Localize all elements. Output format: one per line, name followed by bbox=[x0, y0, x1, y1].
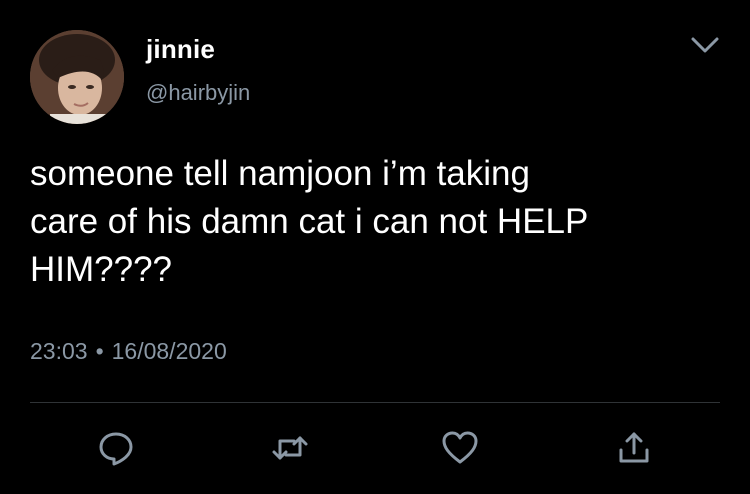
display-name[interactable]: jinnie bbox=[146, 34, 215, 65]
meta-separator: • bbox=[95, 338, 104, 364]
reply-button[interactable] bbox=[96, 428, 136, 468]
tweet-date: 16/08/2020 bbox=[111, 338, 227, 364]
tweet-text: someone tell namjoon i’m taking care of … bbox=[30, 154, 589, 289]
more-options-button[interactable] bbox=[688, 30, 722, 60]
tweet-timestamp[interactable]: 23:03 • 16/08/2020 bbox=[30, 338, 227, 365]
heart-icon bbox=[442, 431, 478, 464]
user-handle[interactable]: @hairbyjin bbox=[146, 80, 250, 106]
retweet-icon bbox=[272, 436, 308, 460]
share-icon bbox=[619, 432, 649, 463]
avatar[interactable] bbox=[30, 30, 124, 124]
reply-icon bbox=[99, 432, 133, 466]
profile-photo-icon bbox=[30, 30, 124, 124]
chevron-down-icon bbox=[691, 37, 719, 53]
share-button[interactable] bbox=[614, 428, 654, 468]
tweet-card: jinnie @hairbyjin someone tell namjoon i… bbox=[0, 0, 750, 494]
tweet-time: 23:03 bbox=[30, 338, 88, 364]
divider bbox=[30, 402, 720, 403]
retweet-button[interactable] bbox=[270, 428, 310, 468]
like-button[interactable] bbox=[440, 428, 480, 468]
